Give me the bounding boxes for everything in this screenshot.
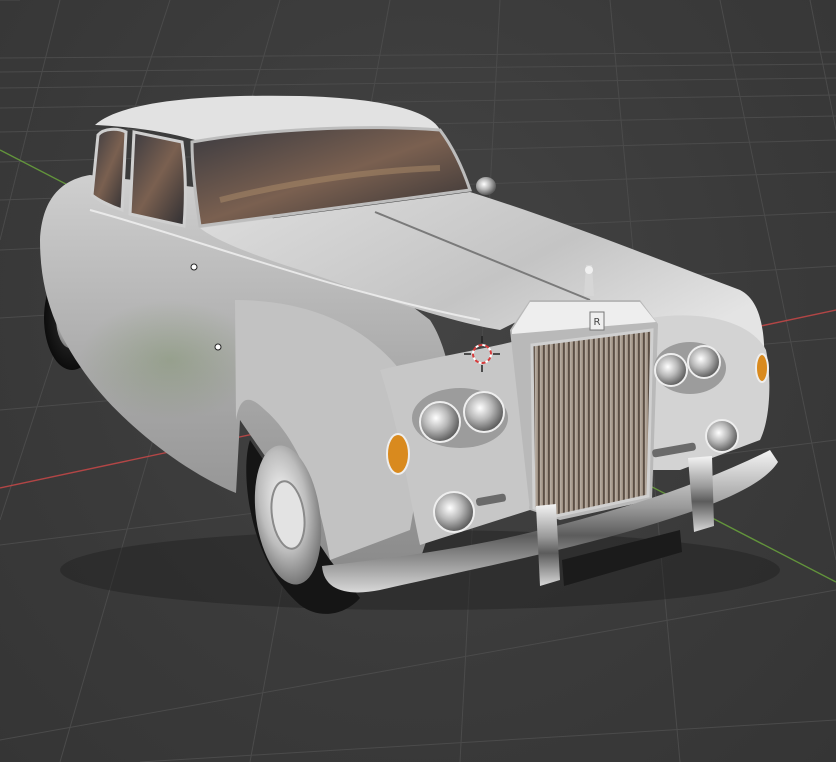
fog-lamp-left bbox=[433, 491, 475, 533]
hood-ornament bbox=[584, 265, 594, 296]
side-mirror bbox=[476, 177, 496, 195]
radiator-grille bbox=[530, 328, 654, 518]
bumper-overrider-right bbox=[688, 456, 714, 532]
side-window-rear bbox=[90, 127, 128, 213]
fog-lamp-right bbox=[705, 419, 739, 453]
indicator-left bbox=[386, 433, 410, 475]
grille-badge-text: R bbox=[594, 317, 601, 328]
car-model[interactable]: R bbox=[40, 95, 780, 614]
origin-dot[interactable] bbox=[190, 263, 198, 271]
headlamps-left bbox=[412, 388, 508, 448]
bumper-overrider-left bbox=[536, 504, 560, 586]
indicator-right bbox=[755, 353, 769, 383]
headlamps-right bbox=[654, 342, 726, 394]
side-window-front bbox=[128, 130, 187, 228]
origin-dot[interactable] bbox=[214, 343, 222, 351]
viewport-canvas[interactable]: R bbox=[0, 0, 836, 762]
3d-viewport[interactable]: R bbox=[0, 0, 836, 762]
